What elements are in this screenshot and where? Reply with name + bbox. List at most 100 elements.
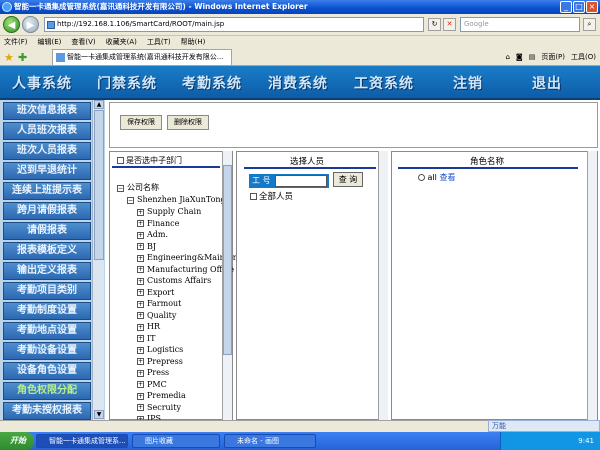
department-scrollbar[interactable] (222, 151, 232, 420)
left-menu-item[interactable]: 设备角色设置 (3, 362, 91, 380)
left-menu-item[interactable]: 连续上班提示表 (3, 182, 91, 200)
menu-help[interactable]: 帮助(H) (181, 36, 206, 48)
scroll-thumb[interactable] (94, 110, 104, 260)
tree-department[interactable]: + Quality (137, 310, 176, 321)
all-persons-checkbox[interactable] (250, 193, 257, 200)
left-menu-item[interactable]: 考勤项目类别 (3, 282, 91, 300)
left-menu-item[interactable]: 输出定义报表 (3, 262, 91, 280)
left-menu-item[interactable]: 考勤未授权报表 (3, 402, 91, 420)
left-menu-item[interactable]: 考勤地点设置 (3, 322, 91, 340)
delete-permission-button[interactable]: 删除权限 (167, 115, 209, 130)
role-scrollbar[interactable] (587, 151, 597, 420)
employee-id-input[interactable] (275, 175, 327, 187)
left-menu-item[interactable]: 考勤设备设置 (3, 342, 91, 360)
refresh-button[interactable]: ↻ (428, 18, 441, 31)
tree-department[interactable]: + Prepress (137, 356, 183, 367)
menu-favorites[interactable]: 收藏夹(A) (106, 36, 137, 48)
tree-department[interactable]: + Logistics (137, 344, 183, 355)
tools-menu[interactable]: 工具(O) (571, 51, 596, 63)
nav-logout[interactable]: 注销 (453, 73, 483, 93)
search-button[interactable]: 查 询 (333, 172, 363, 187)
home-icon[interactable]: ⌂ (505, 51, 509, 63)
tab-main[interactable]: 智能一卡通集成管理系统(嘉讯通科技开发有限公... (52, 49, 232, 65)
tree-department[interactable]: + Finance (137, 218, 179, 229)
left-menu-scrollbar[interactable]: ▲ ▼ (92, 100, 104, 420)
nav-consumption[interactable]: 消费系统 (268, 73, 328, 93)
task-ie[interactable]: 智能一卡通集成管理系... (36, 434, 128, 448)
stop-button[interactable]: ✕ (443, 18, 456, 31)
expand-icon[interactable]: + (137, 266, 144, 273)
expand-icon[interactable]: + (137, 231, 144, 239)
left-menu-item[interactable]: 人员班次报表 (3, 122, 91, 140)
tree-department[interactable]: + Export (137, 287, 174, 298)
expand-icon[interactable]: + (137, 289, 144, 296)
left-menu-item[interactable]: 考勤制度设置 (3, 302, 91, 320)
expand-icon[interactable]: + (137, 208, 144, 216)
left-menu-item[interactable]: 班次人员报表 (3, 142, 91, 160)
select-children-checkbox[interactable] (117, 157, 124, 164)
search-go-button[interactable]: ⌕ (583, 18, 596, 31)
nav-payroll[interactable]: 工资系统 (354, 73, 414, 93)
menu-edit[interactable]: 编辑(E) (38, 36, 62, 48)
tree-root[interactable]: − 公司名称 (117, 182, 159, 193)
tree-department[interactable]: + Supply Chain (137, 206, 201, 217)
expand-icon[interactable]: + (137, 254, 144, 262)
close-window-button[interactable]: × (586, 1, 598, 13)
menu-tools[interactable]: 工具(T) (147, 36, 171, 48)
scroll-thumb[interactable] (223, 165, 232, 355)
tree-department[interactable]: + Press (137, 367, 169, 378)
tree-department[interactable]: + HR (137, 321, 160, 332)
print-icon[interactable]: ▤ (529, 51, 536, 63)
tree-department[interactable]: + Manufacturing Office (137, 264, 234, 275)
feeds-icon[interactable]: ◙ (516, 51, 523, 63)
collapse-icon[interactable]: − (127, 196, 134, 204)
task-paint[interactable]: 未命名 - 画图 (224, 434, 316, 448)
tree-department[interactable]: + Premedia (137, 390, 186, 401)
expand-icon[interactable]: + (137, 358, 144, 365)
maximize-button[interactable]: □ (573, 1, 585, 13)
add-favorites-icon[interactable]: ✚ (18, 51, 27, 64)
menu-file[interactable]: 文件(F) (4, 36, 28, 48)
nav-access[interactable]: 门禁系统 (97, 73, 157, 93)
left-menu-item[interactable]: 班次信息报表 (3, 102, 91, 120)
favorites-star-icon[interactable]: ★ (4, 51, 14, 64)
role-view-link[interactable]: 查看 (439, 173, 455, 182)
left-menu-item[interactable]: 报表模板定义 (3, 242, 91, 260)
left-menu-item[interactable]: 迟到早退统计 (3, 162, 91, 180)
scroll-down-icon[interactable]: ▼ (94, 410, 104, 419)
expand-icon[interactable]: + (137, 346, 144, 354)
expand-icon[interactable]: + (137, 220, 144, 227)
ime-toolbar[interactable]: 万能 (488, 420, 600, 432)
expand-icon[interactable]: + (137, 392, 144, 400)
expand-icon[interactable]: + (137, 404, 144, 411)
tree-department[interactable]: + IT (137, 333, 156, 344)
expand-icon[interactable]: + (137, 381, 144, 388)
tree-department[interactable]: + Customs Affairs (137, 275, 211, 286)
expand-icon[interactable]: + (137, 369, 144, 377)
expand-icon[interactable]: + (137, 323, 144, 331)
collapse-icon[interactable]: − (117, 184, 124, 192)
task-pictures[interactable]: 图片收藏 (132, 434, 220, 448)
expand-icon[interactable]: + (137, 335, 144, 342)
back-button[interactable]: ◀ (3, 16, 20, 33)
nav-attendance[interactable]: 考勤系统 (182, 73, 242, 93)
expand-icon[interactable]: + (137, 277, 144, 285)
person-scrollbar[interactable] (378, 151, 388, 420)
left-menu-item[interactable]: 角色权限分配 (3, 382, 91, 400)
tree-department[interactable]: + BJ (137, 241, 156, 252)
tree-department[interactable]: + PMC (137, 379, 167, 390)
tree-department[interactable]: + Farmout (137, 298, 181, 309)
minimize-button[interactable]: _ (560, 1, 572, 13)
tree-department[interactable]: + Secruity (137, 402, 181, 413)
menu-view[interactable]: 查看(V) (71, 36, 95, 48)
tree-company[interactable]: − Shenzhen JiaXunTong (127, 194, 226, 205)
role-all-radio[interactable] (418, 174, 425, 181)
left-menu-item[interactable]: 跨月请假报表 (3, 202, 91, 220)
search-input[interactable]: Google (460, 17, 580, 32)
tree-department[interactable]: + Adm. (137, 229, 168, 240)
expand-icon[interactable]: + (137, 312, 144, 319)
page-menu[interactable]: 页面(P) (541, 51, 565, 63)
nav-personnel[interactable]: 人事系统 (12, 73, 72, 93)
left-menu-item[interactable]: 请假报表 (3, 222, 91, 240)
scroll-up-icon[interactable]: ▲ (94, 100, 104, 109)
